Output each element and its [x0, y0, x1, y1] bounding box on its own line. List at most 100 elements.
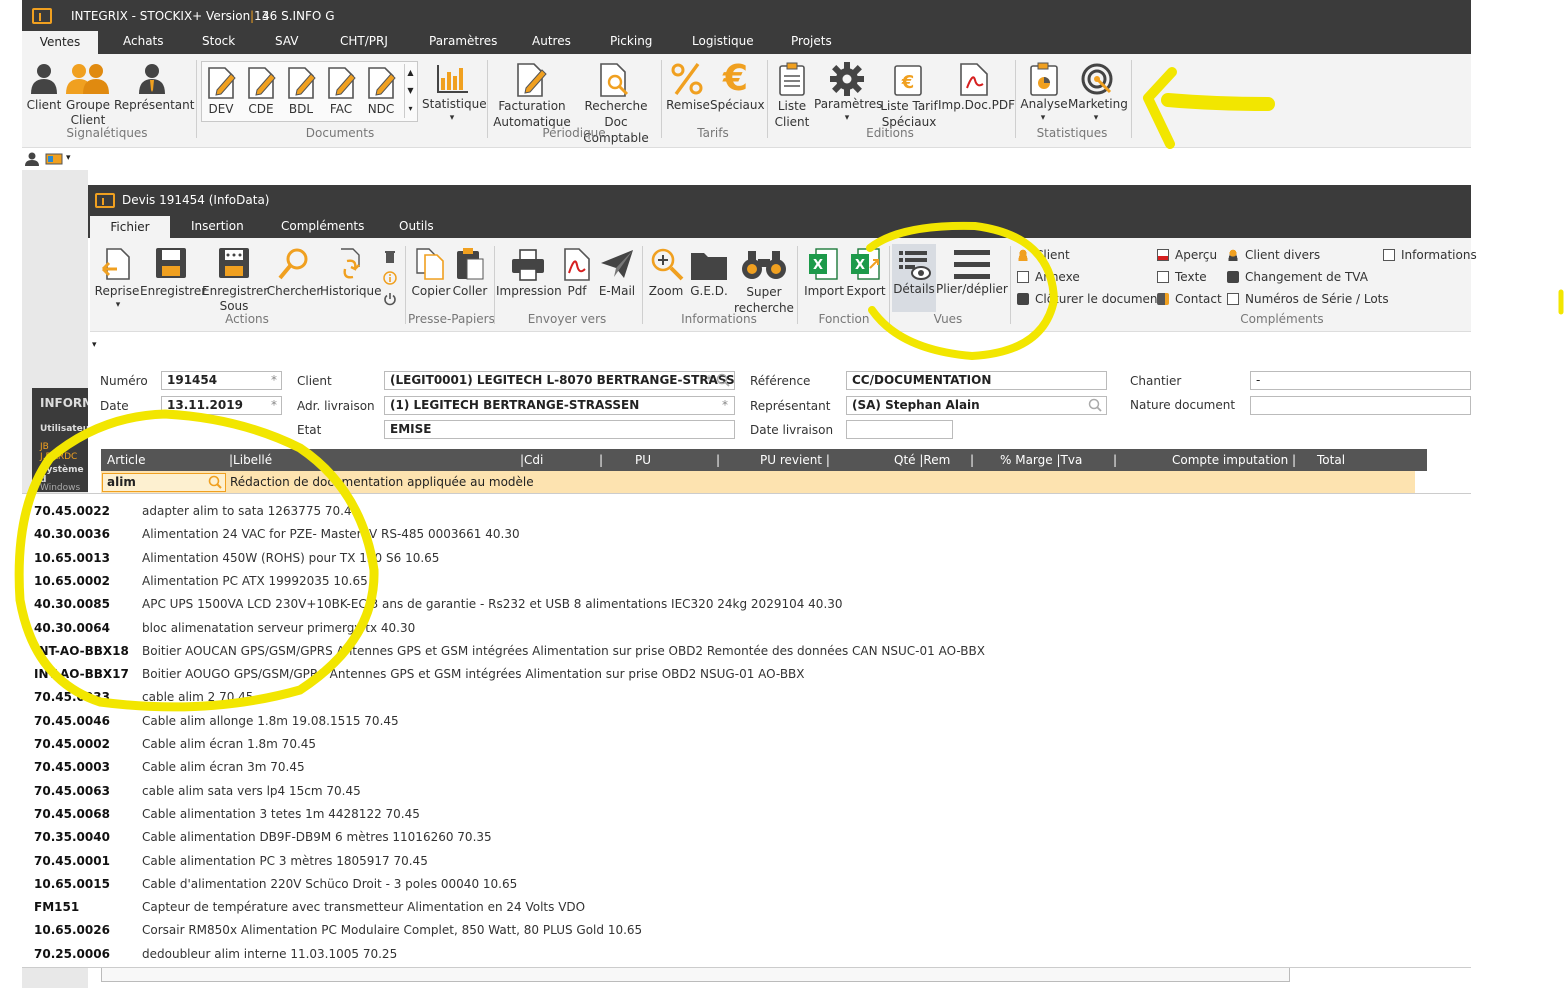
- client-divers-button[interactable]: Client divers: [1227, 248, 1320, 262]
- tab-parametres[interactable]: Paramètres: [429, 30, 497, 54]
- representant-field[interactable]: (SA) Stephan Alain: [846, 396, 1107, 415]
- cloturer-button[interactable]: Clôturer le document: [1017, 292, 1162, 306]
- result-row[interactable]: 70.45.0002 Cable alim écran 1.8m 70.45: [22, 733, 1471, 756]
- etat-field[interactable]: EMISE: [384, 420, 735, 439]
- ged-button[interactable]: G.E.D.: [686, 284, 732, 298]
- statistique-dropdown-icon[interactable]: ▾: [444, 113, 460, 123]
- cde-button[interactable]: CDE: [243, 102, 279, 116]
- date-field[interactable]: 13.11.2019 *: [161, 396, 282, 415]
- tab-insertion[interactable]: Insertion: [191, 215, 244, 239]
- date-livraison-field[interactable]: [846, 420, 953, 439]
- texte-button[interactable]: Texte: [1157, 270, 1207, 284]
- coller-button[interactable]: Coller: [450, 284, 490, 298]
- representant-button[interactable]: Représentant: [114, 98, 194, 112]
- representant-search-icon[interactable]: [1088, 398, 1102, 412]
- info-circle-icon[interactable]: [383, 271, 397, 285]
- result-row[interactable]: 10.65.0013 Alimentation 450W (ROHS) pour …: [22, 547, 1471, 570]
- client-field[interactable]: (LEGIT0001) LEGITECH L-8070 BERTRANGE-ST…: [384, 371, 735, 390]
- numeros-serie-button[interactable]: Numéros de Série / Lots: [1227, 292, 1389, 306]
- col-marge[interactable]: % Marge |Tva: [1000, 449, 1082, 471]
- contact-button[interactable]: Contact: [1157, 292, 1222, 306]
- result-row[interactable]: 70.45.0063 cable alim sata vers lp4 15cm …: [22, 780, 1471, 803]
- result-row[interactable]: 70.45.0033 cable alim 2 70.45: [22, 686, 1471, 709]
- zoom-button[interactable]: Zoom: [645, 284, 687, 298]
- remise-button[interactable]: Remise: [664, 98, 712, 112]
- reference-field[interactable]: CC/DOCUMENTATION: [846, 371, 1107, 390]
- tab-autres[interactable]: Autres: [532, 30, 571, 54]
- result-row[interactable]: 10.65.0026 Corsair RM850x Alimentation PC…: [22, 919, 1471, 942]
- result-row[interactable]: 70.45.0068 Cable alimentation 3 tetes 1m …: [22, 803, 1471, 826]
- tab-sav[interactable]: SAV: [275, 30, 299, 54]
- col-total[interactable]: Total: [1317, 449, 1345, 471]
- col-article[interactable]: Article: [107, 449, 146, 471]
- result-row[interactable]: 70.45.0022 adapter alim to sata 1263775 7…: [22, 500, 1471, 523]
- tab-picking[interactable]: Picking: [610, 30, 652, 54]
- speciaux-button[interactable]: Spéciaux: [710, 98, 765, 112]
- user-icon[interactable]: [25, 152, 39, 166]
- col-pu[interactable]: PU: [635, 449, 651, 471]
- result-row[interactable]: 70.45.0046 Cable alim allonge 1.8m 19.08.…: [22, 710, 1471, 733]
- marketing-dropdown-icon[interactable]: ▾: [1088, 113, 1104, 123]
- result-row[interactable]: 40.30.0064 bloc alimenatation serveur pri…: [22, 617, 1471, 640]
- tab-outils[interactable]: Outils: [399, 215, 434, 239]
- col-qte[interactable]: Qté |Rem: [894, 449, 950, 471]
- result-row[interactable]: 40.30.0085 APC UPS 1500VA LCD 230V+10BK-E…: [22, 593, 1471, 616]
- numero-field[interactable]: 191454 *: [161, 371, 282, 390]
- imp-doc-pdf-button[interactable]: Imp.Doc.PDF: [938, 98, 1015, 112]
- tab-ventes[interactable]: Ventes: [22, 31, 98, 54]
- ndc-button[interactable]: NDC: [363, 102, 399, 116]
- result-row[interactable]: 70.45.0001 Cable alimentation PC 3 mètres…: [22, 850, 1471, 873]
- import-button[interactable]: Import: [802, 284, 846, 298]
- adr-livraison-field[interactable]: (1) LEGITECH BERTRANGE-STRASSEN *: [384, 396, 735, 415]
- annexe-button[interactable]: Annexe: [1017, 270, 1080, 284]
- tab-fichier[interactable]: Fichier: [90, 216, 170, 238]
- plier-deplier-button[interactable]: Plier/déplier: [936, 282, 1008, 296]
- col-pu-revient[interactable]: PU revient |: [760, 449, 830, 471]
- result-row[interactable]: 70.25.0006 dedoubleur alim interne 11.03.…: [22, 943, 1471, 966]
- analyse-button[interactable]: Analyse: [1018, 97, 1070, 111]
- groupe-client-button[interactable]: Groupe Client: [64, 98, 112, 128]
- pdf-button[interactable]: Pdf: [560, 284, 594, 298]
- result-row[interactable]: 10.65.0002 Alimentation PC ATX 19992035 1…: [22, 570, 1471, 593]
- impression-button[interactable]: Impression: [496, 284, 562, 298]
- changement-tva-button[interactable]: Changement de TVA: [1227, 270, 1368, 284]
- col-compte[interactable]: Compte imputation |: [1172, 449, 1296, 471]
- fac-button[interactable]: FAC: [323, 102, 359, 116]
- gallery-down-icon[interactable]: ▼: [405, 82, 416, 100]
- client-button[interactable]: Client: [24, 98, 64, 112]
- details-button[interactable]: Détails: [890, 282, 938, 296]
- result-row[interactable]: INT-AO-BBX17 Boitier AOUGO GPS/GSM/GPRS A…: [22, 663, 1471, 686]
- tab-cht-prj[interactable]: CHT/PRJ: [340, 30, 388, 54]
- client-small-button[interactable]: Client: [1017, 248, 1070, 262]
- parametres-dropdown-icon[interactable]: ▾: [839, 113, 855, 123]
- col-libelle[interactable]: |Libellé: [229, 449, 272, 471]
- chercher-button[interactable]: Chercher: [266, 284, 322, 298]
- quick-dropdown-icon[interactable]: ▾: [66, 153, 71, 163]
- delete-trash-icon[interactable]: [383, 250, 397, 264]
- result-row[interactable]: 70.35.0040 Cable alimentation DB9F-DB9M 6…: [22, 826, 1471, 849]
- tab-achats[interactable]: Achats: [123, 30, 164, 54]
- result-row[interactable]: INT-AO-BBX18 Boitier AOUCAN GPS/GSM/GPRS …: [22, 640, 1471, 663]
- bdl-button[interactable]: BDL: [283, 102, 319, 116]
- apercu-button[interactable]: Aperçu: [1157, 248, 1217, 262]
- result-row[interactable]: FM151 Capteur de température avec transme…: [22, 896, 1471, 919]
- analyse-dropdown-icon[interactable]: ▾: [1035, 113, 1051, 123]
- client-search-icon[interactable]: [716, 373, 730, 387]
- copier-button[interactable]: Copier: [410, 284, 452, 298]
- power-icon[interactable]: [383, 292, 397, 306]
- historique-button[interactable]: Historique: [320, 284, 382, 298]
- nature-document-field[interactable]: [1250, 396, 1471, 415]
- tab-stock[interactable]: Stock: [202, 30, 235, 54]
- col-cdi[interactable]: |Cdi: [520, 449, 543, 471]
- article-search-icon[interactable]: [208, 475, 222, 489]
- enregistrer-sous-button[interactable]: Enregistrer Sous: [202, 284, 268, 314]
- informations-button[interactable]: Informations: [1383, 248, 1477, 262]
- chantier-field[interactable]: -: [1250, 371, 1471, 390]
- card-icon[interactable]: [45, 153, 63, 165]
- reprise-dropdown-icon[interactable]: ▾: [110, 300, 126, 310]
- enregistrer-button[interactable]: Enregistrer: [140, 284, 206, 298]
- ribbon-collapse-icon[interactable]: ▾: [92, 340, 97, 350]
- email-button[interactable]: E-Mail: [594, 284, 640, 298]
- gallery-scroll[interactable]: ▲ ▼ ▾: [404, 64, 416, 118]
- tab-complements[interactable]: Compléments: [281, 215, 364, 239]
